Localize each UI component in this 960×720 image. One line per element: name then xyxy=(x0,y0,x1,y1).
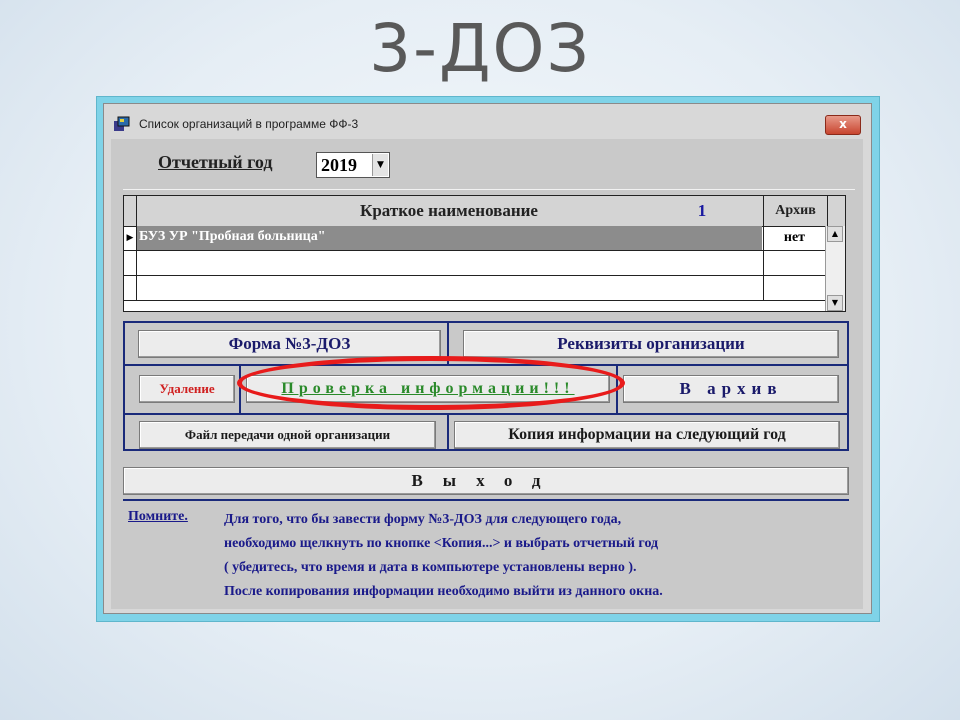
scroll-up-icon[interactable]: ▲ xyxy=(827,226,843,242)
window-title: Список организаций в программе ФФ-3 xyxy=(139,117,359,131)
note-line: Для того, что бы завести форму №3-ДОЗ дл… xyxy=(224,512,622,527)
panel-divider xyxy=(447,413,449,449)
window-titlebar: Список организаций в программе ФФ-3 x xyxy=(104,104,871,139)
table-scrollbar[interactable]: ▲ ▼ xyxy=(825,226,845,311)
year-value: 2019 xyxy=(321,155,357,175)
file-transfer-button[interactable]: Файл передачи одной организации xyxy=(139,421,436,449)
row-pointer-icon xyxy=(124,251,137,275)
table-row[interactable]: ▶ БУЗ УР "Пробная больница" нет xyxy=(124,226,826,251)
row-name-cell[interactable] xyxy=(137,251,762,275)
exit-button[interactable]: Выход xyxy=(123,467,849,495)
app-icon xyxy=(114,116,130,131)
slide-title: 3-ДОЗ xyxy=(369,10,591,87)
archive-button[interactable]: В архив xyxy=(623,375,839,403)
note-line: ( убедитесь, что время и дата в компьюте… xyxy=(224,560,637,575)
row-archive-cell[interactable]: нет xyxy=(763,226,826,250)
divider xyxy=(123,189,855,190)
row-name-cell[interactable]: БУЗ УР "Пробная больница" xyxy=(137,226,762,250)
highlight-oval xyxy=(237,356,625,410)
chevron-down-icon[interactable]: ▼ xyxy=(372,154,388,176)
requisites-button[interactable]: Реквизиты организации xyxy=(463,330,839,358)
year-label: Отчетный год xyxy=(158,152,273,172)
column-header-name[interactable]: Краткое наименование xyxy=(136,196,761,226)
row-pointer-icon xyxy=(124,276,137,300)
row-archive-cell[interactable] xyxy=(763,276,826,300)
table-row[interactable] xyxy=(124,251,826,276)
copy-next-year-button[interactable]: Копия информации на следующий год xyxy=(454,421,840,449)
table-row[interactable] xyxy=(124,276,826,301)
year-select[interactable]: 2019 ▼ xyxy=(316,152,390,178)
divider xyxy=(123,499,849,501)
row-name-cell[interactable] xyxy=(137,276,762,300)
record-count: 1 xyxy=(697,201,707,220)
form-3-doz-button[interactable]: Форма №3-ДОЗ xyxy=(138,330,441,358)
close-button[interactable]: x xyxy=(825,115,861,135)
delete-button[interactable]: Удаление xyxy=(139,375,235,403)
organizations-table: Краткое наименование 1 Архив ▶ БУЗ УР "П… xyxy=(123,195,846,312)
table-header: Краткое наименование 1 Архив xyxy=(124,196,845,227)
row-pointer-icon: ▶ xyxy=(124,226,137,250)
scroll-down-icon[interactable]: ▼ xyxy=(827,295,843,311)
note-label: Помните. xyxy=(128,509,188,524)
column-header-archive[interactable]: Архив xyxy=(763,196,828,226)
panel-divider xyxy=(125,413,847,415)
note-line: После копирования информации необходимо … xyxy=(224,584,663,599)
note-line: необходимо щелкнуть по кнопке <Копия...>… xyxy=(224,536,659,551)
row-archive-cell[interactable] xyxy=(763,251,826,275)
